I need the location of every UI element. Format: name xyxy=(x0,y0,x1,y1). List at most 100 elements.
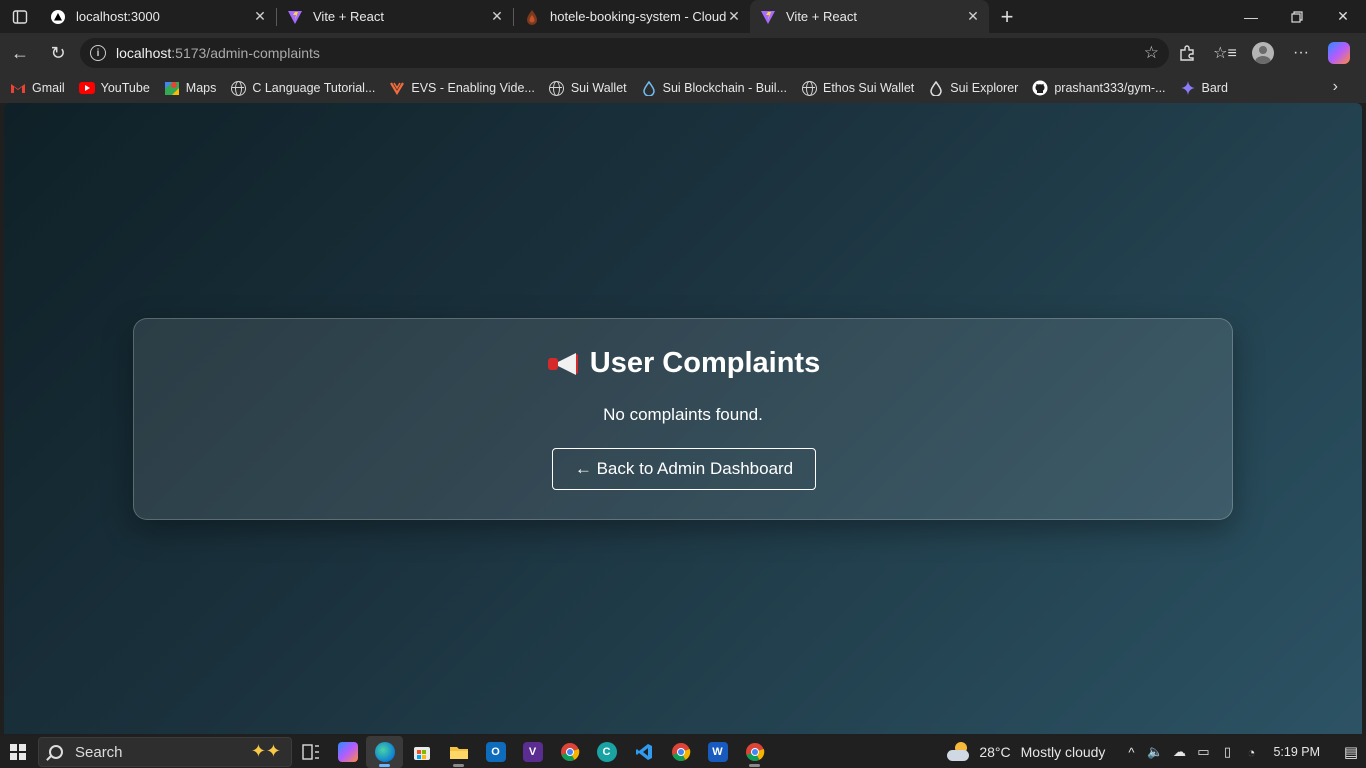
speaker-icon[interactable]: 🔈 xyxy=(1143,744,1167,760)
back-to-dashboard-button[interactable]: ← Back to Admin Dashboard xyxy=(552,448,816,490)
bookmark-label: Maps xyxy=(185,81,217,95)
bookmark-gmail[interactable]: Gmail xyxy=(10,80,65,96)
taskbar-c-app[interactable]: C xyxy=(588,736,625,768)
toolbar-actions: ☆≡ ··· xyxy=(1168,33,1366,73)
bookmark-sui-explorer[interactable]: Sui Explorer xyxy=(928,80,1018,96)
taskbar-chrome-1[interactable] xyxy=(551,736,588,768)
back-nav-button[interactable]: ← xyxy=(2,35,38,71)
taskbar-chrome-3[interactable] xyxy=(736,736,773,768)
taskbar-copilot[interactable] xyxy=(329,736,366,768)
copilot-icon xyxy=(1328,42,1350,64)
tab-actions-button[interactable] xyxy=(0,0,40,33)
url-path: :5173/admin-complaints xyxy=(171,45,320,61)
tab-strip: localhost:3000 ✕ Vite + React ✕ hotele-b… xyxy=(0,0,1366,33)
clock[interactable]: 5:19 PM xyxy=(1273,745,1320,759)
close-icon[interactable]: ✕ xyxy=(726,8,742,25)
vite-icon xyxy=(287,9,303,25)
bookmark-label: Sui Wallet xyxy=(570,81,627,95)
folder-icon xyxy=(449,747,468,759)
tab-localhost-3000[interactable]: localhost:3000 ✕ xyxy=(40,0,276,33)
bookmark-bard[interactable]: Bard xyxy=(1180,80,1228,96)
tab-vite-react-1[interactable]: Vite + React ✕ xyxy=(277,0,513,33)
notification-icon[interactable]: ▤ xyxy=(1336,743,1366,761)
bookmark-label: Bard xyxy=(1201,81,1228,95)
windows-icon xyxy=(10,744,26,760)
task-view-button[interactable] xyxy=(292,736,329,768)
bookmark-sui-blockchain[interactable]: Sui Blockchain - Buil... xyxy=(641,80,787,96)
weather-widget[interactable]: 28°C Mostly cloudy xyxy=(947,742,1105,761)
bookmark-c-language[interactable]: C Language Tutorial... xyxy=(230,80,375,96)
window-controls: — ✕ xyxy=(1228,0,1366,33)
bookmark-label: Gmail xyxy=(32,81,65,95)
copilot-button[interactable] xyxy=(1320,35,1358,71)
page-title: User Complaints xyxy=(134,347,1232,380)
favorite-star-icon[interactable]: ☆ xyxy=(1144,43,1159,63)
tab-firebase[interactable]: hotele-booking-system - Cloud Fir ✕ xyxy=(514,0,750,33)
firebase-icon xyxy=(524,9,540,25)
chrome-icon xyxy=(745,743,764,762)
page-title-text: User Complaints xyxy=(589,347,821,379)
tab-title: localhost:3000 xyxy=(76,9,160,24)
search-placeholder: Search xyxy=(75,743,123,761)
weather-temp: 28°C xyxy=(979,744,1011,760)
bookmark-ethos[interactable]: Ethos Sui Wallet xyxy=(801,80,914,96)
word-icon: W xyxy=(707,742,728,762)
taskbar-word[interactable]: W xyxy=(699,736,736,768)
open-indicator xyxy=(453,764,464,767)
maps-icon xyxy=(164,80,180,96)
tab-title: Vite + React xyxy=(313,9,384,24)
chevron-up-icon[interactable]: ^ xyxy=(1119,745,1143,760)
onedrive-cloud-icon[interactable]: ☁ xyxy=(1167,744,1191,760)
chevron-right-icon[interactable]: › xyxy=(1333,78,1338,96)
globe-icon xyxy=(801,80,817,96)
profile-button[interactable] xyxy=(1244,35,1282,71)
puzzle-icon xyxy=(1180,45,1194,61)
bookmark-evs[interactable]: EVS - Enabling Vide... xyxy=(389,80,535,96)
wifi-icon[interactable]: ◔ xyxy=(1239,745,1263,760)
taskbar: Search ✦✦ O V C W 28°C Mostly cloudy ^ 🔈… xyxy=(0,736,1366,768)
favorites-button[interactable]: ☆≡ xyxy=(1206,35,1244,71)
new-tab-button[interactable]: + xyxy=(989,0,1025,33)
extensions-button[interactable] xyxy=(1168,35,1206,71)
active-indicator xyxy=(379,764,390,767)
battery-icon[interactable]: ▭ xyxy=(1191,744,1215,760)
taskbar-edge[interactable] xyxy=(366,736,403,768)
taskbar-visual-studio[interactable]: V xyxy=(514,736,551,768)
minimize-button[interactable]: — xyxy=(1228,0,1274,33)
bookmark-github[interactable]: prashant333/gym-... xyxy=(1032,80,1166,96)
bookmark-label: Sui Explorer xyxy=(950,81,1019,95)
chrome-icon xyxy=(560,743,579,762)
bookmark-youtube[interactable]: YouTube xyxy=(78,80,150,96)
url-host: localhost xyxy=(116,45,172,61)
bookmark-maps[interactable]: Maps xyxy=(164,80,217,96)
taskbar-vscode[interactable] xyxy=(625,736,662,768)
tab-vite-react-active[interactable]: Vite + React ✕ xyxy=(750,0,989,33)
close-icon[interactable]: ✕ xyxy=(489,8,505,25)
device-icon[interactable]: ▯ xyxy=(1215,744,1239,760)
taskbar-store[interactable] xyxy=(403,736,440,768)
bard-sparkle-icon xyxy=(1180,80,1196,96)
close-icon[interactable]: ✕ xyxy=(252,8,268,25)
system-tray: 28°C Mostly cloudy ^ 🔈 ☁ ▭ ▯ ◔ 5:19 PM ▤ xyxy=(947,736,1366,768)
refresh-button[interactable]: ↻ xyxy=(40,35,76,71)
refresh-icon: ↻ xyxy=(50,42,66,63)
start-button[interactable] xyxy=(0,736,36,768)
complaints-card: User Complaints No complaints found. ← B… xyxy=(133,318,1233,520)
bookmark-sui-wallet[interactable]: Sui Wallet xyxy=(549,80,627,96)
github-icon xyxy=(1032,80,1048,96)
task-view-icon xyxy=(301,744,319,760)
settings-more-button[interactable]: ··· xyxy=(1282,35,1320,71)
bookmark-label: YouTube xyxy=(100,81,150,95)
avatar xyxy=(1252,42,1274,64)
taskbar-outlook[interactable]: O xyxy=(477,736,514,768)
taskbar-chrome-2[interactable] xyxy=(662,736,699,768)
open-indicator xyxy=(749,764,760,767)
taskbar-search[interactable]: Search ✦✦ xyxy=(38,737,292,767)
close-window-button[interactable]: ✕ xyxy=(1320,0,1366,33)
taskbar-explorer[interactable] xyxy=(440,736,477,768)
tab-title: hotele-booking-system - Cloud Fir xyxy=(550,9,726,24)
restore-button[interactable] xyxy=(1274,0,1320,33)
close-icon[interactable]: ✕ xyxy=(965,8,981,25)
info-icon[interactable]: i xyxy=(90,45,106,61)
address-bar[interactable]: i localhost:5173/admin-complaints ☆ xyxy=(80,38,1169,68)
